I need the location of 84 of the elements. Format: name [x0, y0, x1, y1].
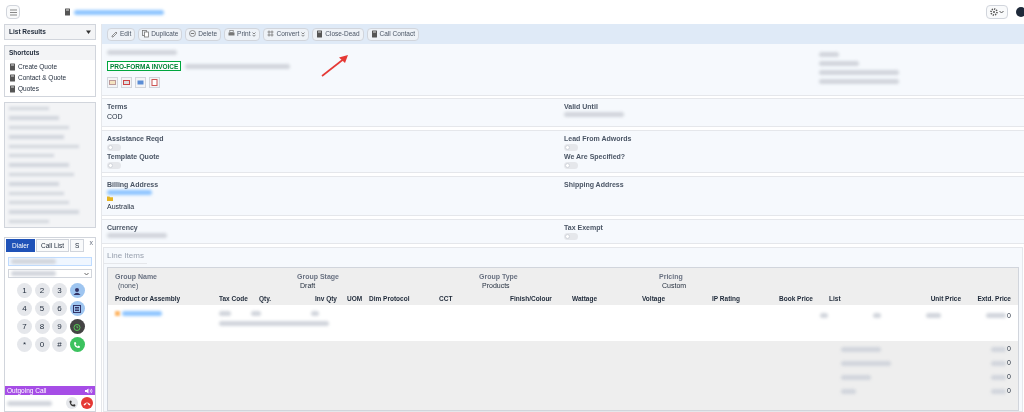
dial-key[interactable]: 7: [17, 319, 32, 334]
book-icon: [316, 30, 324, 38]
blurred-redaction: [841, 389, 856, 394]
blurred-redaction: [926, 313, 942, 319]
dial-key[interactable]: *: [17, 337, 32, 352]
phone-number-field[interactable]: [8, 257, 92, 266]
blurred-redaction: [219, 310, 231, 316]
blurred-redaction: [991, 361, 1007, 366]
section-title: Line Items: [104, 248, 147, 264]
blurred-redaction: [107, 233, 167, 238]
blurred-redaction: [11, 271, 56, 276]
contact-button[interactable]: [69, 283, 85, 298]
speaker-icon: [85, 387, 93, 394]
list-icon: [73, 304, 81, 313]
action-icon-button[interactable]: [107, 77, 118, 88]
blurred-redaction: [841, 361, 891, 366]
settings-icon: [990, 8, 998, 16]
contact-icon: [73, 286, 81, 295]
toggle-switch[interactable]: [564, 143, 578, 151]
blurred-redaction: [841, 375, 871, 380]
caret-icon: [86, 30, 91, 34]
arrow-annotation: [320, 54, 350, 78]
book-icon: [9, 63, 16, 71]
phone-icon: [73, 340, 81, 349]
blurred-redaction: [991, 389, 1007, 394]
hang-up-icon: [83, 400, 91, 406]
toggle-switch[interactable]: [107, 143, 121, 151]
blurred-redaction: [819, 52, 839, 57]
list-button[interactable]: [69, 301, 85, 316]
blurred-redaction: [820, 313, 829, 319]
book-icon: [9, 74, 16, 82]
double-chevron-icon: [252, 31, 257, 37]
dial-key[interactable]: 8: [34, 319, 50, 334]
document-icon: [151, 79, 158, 86]
hang-up-button[interactable]: [81, 397, 93, 409]
book-icon: [370, 30, 378, 38]
settings-button[interactable]: [986, 5, 1008, 19]
book-icon: [9, 85, 16, 93]
blurred-redaction: [986, 313, 1007, 319]
dial-key[interactable]: 4: [17, 301, 32, 316]
alarm-clock-icon: [73, 322, 81, 331]
action-icon-button[interactable]: [135, 77, 146, 88]
toggle-switch[interactable]: [564, 161, 578, 169]
circle-icon: [189, 30, 197, 38]
menu-icon: [9, 8, 17, 16]
blurred-redaction: [7, 400, 52, 406]
blurred-redaction: [122, 310, 162, 316]
chevron-icon: [84, 271, 89, 276]
blurred-redaction: [564, 112, 624, 117]
blurred-redaction: [11, 259, 56, 264]
blurred-redaction: [841, 347, 881, 352]
dial-key[interactable]: 9: [52, 319, 67, 334]
blurred-redaction: [311, 310, 319, 316]
printer-icon: [228, 30, 236, 38]
blurred-redaction: [107, 189, 152, 195]
pencil-icon: [111, 30, 118, 38]
dial-key[interactable]: #: [52, 337, 67, 352]
alarm-clock-button[interactable]: [69, 319, 85, 334]
card-icon: [137, 79, 144, 86]
toggle-switch[interactable]: [107, 161, 121, 169]
action-icon-button[interactable]: [149, 77, 160, 88]
dial-key[interactable]: 2: [34, 283, 50, 298]
double-chevron-icon: [301, 31, 306, 37]
book-icon: [64, 8, 71, 16]
chevron-icon: [999, 9, 1004, 15]
blurred-redaction: [873, 313, 882, 319]
blurred-redaction: [819, 61, 859, 66]
copy-icon: [142, 30, 150, 38]
toggle-switch[interactable]: [564, 233, 578, 240]
dial-key[interactable]: 3: [52, 283, 67, 298]
product-icon: [115, 310, 120, 316]
action-icon-button[interactable]: [121, 77, 132, 88]
blurred-redaction: [991, 347, 1007, 352]
blurred-redaction: [251, 310, 261, 316]
dial-key[interactable]: 1: [17, 283, 32, 298]
blurred-redaction: [107, 50, 177, 55]
dial-key[interactable]: 0: [34, 337, 50, 352]
menu-button[interactable]: [6, 5, 20, 19]
phone-icon: [68, 399, 76, 407]
dial-key[interactable]: 5: [34, 301, 50, 316]
grid-icon: [267, 30, 275, 38]
dial-key[interactable]: 6: [52, 301, 67, 316]
transfer-call-button[interactable]: [66, 397, 78, 409]
blurred-redaction: [991, 375, 1007, 380]
